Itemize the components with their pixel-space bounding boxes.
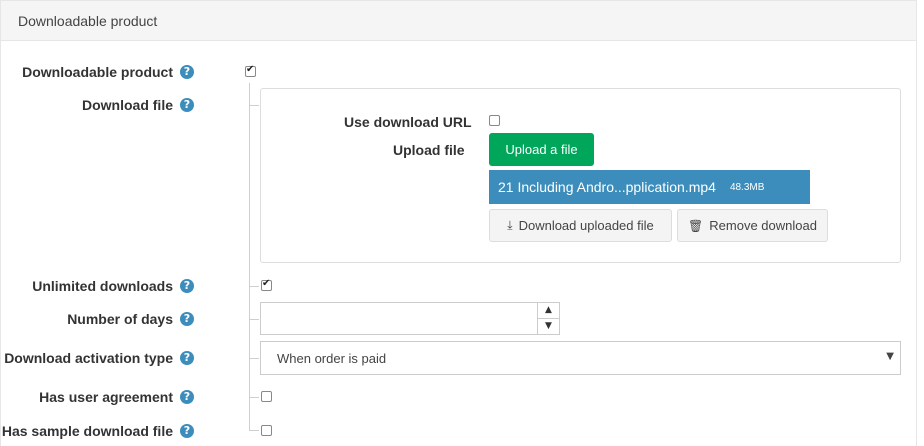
download-activation-type-label: Download activation type ? (4, 350, 194, 366)
number-stepper[interactable]: ▲ ▼ (537, 303, 559, 334)
downloadable-product-label: Downloadable product ? (22, 64, 194, 80)
file-name: 21 Including Andro...pplication.mp4 (498, 179, 716, 195)
uploaded-file-bar: 21 Including Andro...pplication.mp4 48.3… (489, 170, 810, 204)
tree-branch (249, 397, 259, 398)
help-icon[interactable]: ? (180, 279, 194, 293)
use-download-url-checkbox[interactable] (489, 115, 500, 126)
trash-icon: 🗑 (688, 218, 704, 233)
has-sample-download-file-checkbox[interactable] (261, 425, 272, 436)
upload-file-button[interactable]: Upload a file (489, 133, 594, 166)
help-icon[interactable]: ? (180, 351, 194, 365)
tree-branch (249, 319, 259, 320)
number-of-days-label: Number of days ? (67, 311, 194, 327)
has-user-agreement-label: Has user agreement ? (39, 389, 194, 405)
download-icon: ⤓ (507, 218, 513, 232)
chevron-up-icon[interactable]: ▲ (538, 303, 559, 319)
file-size: 48.3MB (729, 181, 765, 193)
help-icon[interactable]: ? (180, 390, 194, 404)
downloadable-product-checkbox[interactable] (245, 64, 256, 77)
chevron-down-icon[interactable]: ▼ (538, 319, 559, 334)
download-file-label: Download file ? (82, 97, 194, 113)
help-icon[interactable]: ? (180, 98, 194, 112)
tree-branch (249, 430, 259, 431)
download-uploaded-file-button[interactable]: ⤓ Download uploaded file (489, 209, 672, 242)
tree-branch (249, 105, 259, 106)
selected-value: When order is paid (277, 351, 387, 366)
caret-down-icon: ▼ (886, 351, 894, 362)
tree-branch (249, 358, 259, 359)
download-activation-type-select[interactable]: When order is paid ▼ (260, 341, 901, 375)
panel-title: Downloadable product (18, 13, 158, 29)
unlimited-downloads-label: Unlimited downloads ? (32, 278, 194, 294)
help-icon[interactable]: ? (180, 312, 194, 326)
help-icon[interactable]: ? (180, 424, 194, 438)
tree-branch (249, 286, 259, 287)
has-sample-download-file-label: Has sample download file ? (2, 423, 194, 439)
remove-download-button[interactable]: 🗑 Remove download (677, 209, 828, 242)
unlimited-downloads-checkbox[interactable] (261, 278, 272, 291)
use-download-url-label: Use download URL (344, 114, 472, 130)
help-icon[interactable]: ? (180, 65, 194, 79)
panel-heading: Downloadable product (1, 1, 916, 41)
tree-connector (249, 83, 250, 431)
number-of-days-input[interactable]: ▲ ▼ (260, 302, 560, 335)
upload-file-label: Upload file (393, 142, 465, 158)
has-user-agreement-checkbox[interactable] (261, 391, 272, 402)
